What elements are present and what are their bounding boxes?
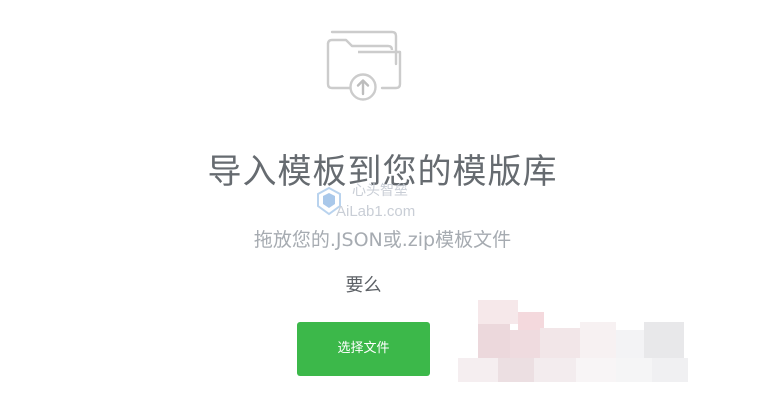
select-file-button[interactable]: 选择文件 (297, 322, 430, 376)
folder-upload-icon (322, 24, 404, 104)
or-separator-text: 要么 (345, 275, 382, 296)
redacted-area (458, 300, 708, 390)
import-subtitle: 拖放您的.JSON或.zip模板文件 (253, 229, 512, 251)
import-title: 导入模板到您的模版库 (207, 152, 558, 192)
watermark-en-text: AiLab1.com (336, 203, 416, 220)
